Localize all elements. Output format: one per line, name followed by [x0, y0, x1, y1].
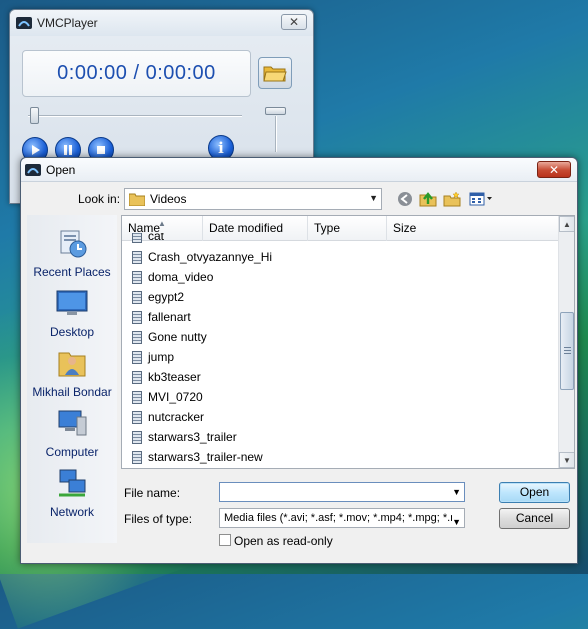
- dialog-app-icon: [25, 163, 41, 176]
- look-in-combo[interactable]: Videos ▼: [124, 188, 382, 210]
- player-close-button[interactable]: ✕: [281, 14, 307, 30]
- scroll-up-button[interactable]: ▲: [559, 216, 574, 232]
- video-file-icon: [132, 290, 142, 304]
- place-label: Mikhail Bondar: [32, 385, 112, 399]
- video-file-icon: [132, 310, 142, 324]
- volume-slider[interactable]: [275, 116, 277, 152]
- list-item[interactable]: kb3teaser: [132, 367, 201, 387]
- column-header-type[interactable]: Type: [308, 216, 387, 241]
- look-in-value: Videos: [150, 192, 187, 206]
- dialog-title: Open: [46, 162, 76, 177]
- video-file-icon: [132, 270, 142, 284]
- open-file-button[interactable]: [258, 57, 292, 89]
- scrollbar-thumb[interactable]: [560, 312, 574, 390]
- list-item[interactable]: Crash_otvyazannye_Hi: [132, 247, 272, 267]
- seek-thumb[interactable]: [30, 107, 39, 124]
- video-file-icon: [132, 370, 142, 384]
- open-folder-icon: [263, 66, 287, 82]
- list-item[interactable]: fallenart: [132, 307, 191, 327]
- place-label: Desktop: [49, 325, 95, 339]
- video-file-icon: [132, 450, 142, 464]
- list-item[interactable]: cat: [132, 233, 164, 243]
- computer-icon: [58, 410, 87, 436]
- chevron-down-icon[interactable]: ▼: [452, 513, 461, 527]
- places-bar: Recent Places Desktop Mikhail Bondar Com…: [27, 215, 117, 543]
- look-in-label: Look in:: [78, 192, 121, 206]
- up-folder-button[interactable]: [419, 191, 437, 207]
- chevron-down-icon[interactable]: ▼: [452, 487, 461, 497]
- place-label: Computer: [45, 445, 99, 459]
- list-item[interactable]: starwars3_trailer: [132, 427, 237, 447]
- back-arrow-icon: [398, 192, 412, 206]
- place-user-folder[interactable]: Mikhail Bondar: [27, 347, 117, 399]
- video-file-icon: [132, 250, 142, 264]
- pause-icon: [64, 145, 72, 155]
- open-button[interactable]: Open: [499, 482, 570, 503]
- place-label: Recent Places: [33, 265, 111, 279]
- video-file-icon: [132, 350, 142, 364]
- video-file-icon: [132, 330, 142, 344]
- stop-icon: [97, 146, 105, 154]
- video-file-icon: [132, 410, 142, 424]
- place-desktop[interactable]: Desktop: [27, 287, 117, 339]
- volume-thumb[interactable]: [265, 107, 286, 115]
- cancel-button[interactable]: Cancel: [499, 508, 570, 529]
- column-header-size[interactable]: Size: [387, 216, 560, 241]
- player-title: VMCPlayer: [37, 16, 98, 30]
- scroll-up-icon: ▲: [563, 219, 571, 229]
- files-of-type-label: Files of type:: [124, 512, 193, 526]
- video-file-icon: [132, 430, 142, 444]
- desktop-icon: [56, 290, 88, 315]
- place-computer[interactable]: Computer: [27, 407, 117, 459]
- new-folder-button[interactable]: [443, 191, 461, 207]
- file-name-input[interactable]: ▼: [219, 482, 465, 502]
- read-only-checkbox[interactable]: [219, 534, 231, 546]
- column-header-date[interactable]: Date modified: [203, 216, 308, 241]
- list-item[interactable]: MVI_0720: [132, 387, 203, 407]
- user-folder-icon: [58, 352, 86, 377]
- info-icon: i: [218, 139, 224, 157]
- vertical-scrollbar[interactable]: ▲ ▼: [558, 216, 574, 468]
- time-display: 0:00:00 / 0:00:00: [22, 50, 251, 97]
- files-of-type-select[interactable]: Media files (*.avi; *.asf; *.mov; *.mp4;…: [219, 508, 465, 528]
- seek-bar[interactable]: [28, 115, 242, 117]
- place-network[interactable]: Network: [27, 467, 117, 519]
- list-item[interactable]: doma_video: [132, 267, 213, 287]
- place-label: Network: [49, 505, 94, 519]
- file-list[interactable]: ▲ Name Date modified Type Size cat Crash…: [121, 215, 575, 469]
- recent-places-icon: [60, 230, 87, 258]
- scroll-down-icon: ▼: [563, 455, 571, 465]
- list-item[interactable]: egypt2: [132, 287, 184, 307]
- read-only-label: Open as read-only: [234, 534, 333, 548]
- up-folder-icon: [419, 192, 437, 207]
- view-menu-button[interactable]: [468, 191, 494, 207]
- list-item[interactable]: starwars3_trailer-new: [132, 447, 263, 467]
- file-name-label: File name:: [124, 486, 181, 500]
- place-recent-places[interactable]: Recent Places: [27, 227, 117, 279]
- play-icon: [32, 145, 40, 155]
- video-file-icon: [132, 233, 142, 243]
- new-folder-icon: [443, 191, 461, 207]
- scroll-down-button[interactable]: ▼: [559, 452, 574, 468]
- view-menu-icon: [469, 192, 492, 206]
- list-item[interactable]: Gone nutty: [132, 327, 207, 347]
- dialog-close-button[interactable]: ✕: [537, 161, 571, 178]
- folder-icon: [129, 193, 145, 206]
- list-item[interactable]: jump: [132, 347, 174, 367]
- player-app-icon: [16, 17, 32, 29]
- video-file-icon: [132, 390, 142, 404]
- open-dialog: Open ✕ Look in: Videos ▼ Recent Places D…: [20, 157, 578, 564]
- chevron-down-icon: ▼: [369, 193, 378, 203]
- player-title-bar[interactable]: VMCPlayer: [10, 10, 313, 36]
- dialog-title-bar[interactable]: Open: [21, 158, 577, 182]
- network-icon: [59, 469, 86, 497]
- list-item[interactable]: nutcracker: [132, 407, 204, 427]
- back-button[interactable]: [396, 191, 414, 207]
- file-list-header: ▲ Name Date modified Type Size: [122, 216, 560, 241]
